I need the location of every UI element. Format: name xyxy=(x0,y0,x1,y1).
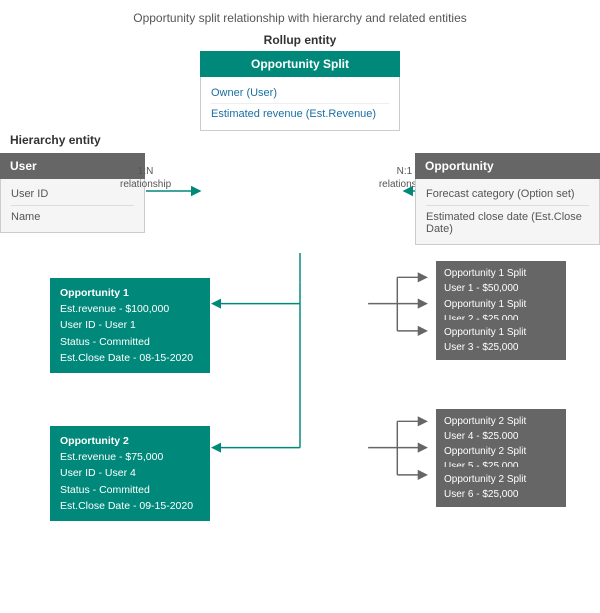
opp1-line4: Status - Committed xyxy=(60,334,200,350)
split-box-6: Opportunity 2 Split User 6 - $25,000 xyxy=(436,467,566,507)
opp2-line3: User ID - User 4 xyxy=(60,465,200,481)
bottom-section: Opportunity 1 Est.revenue - $100,000 Use… xyxy=(0,253,600,613)
split4-line1: Opportunity 2 Split xyxy=(444,414,558,429)
opp1-line2: Est.revenue - $100,000 xyxy=(60,301,200,317)
opp2-line5: Est.Close Date - 09-15-2020 xyxy=(60,498,200,514)
related-box-title: Opportunity xyxy=(415,153,600,179)
opportunity-1-box: Opportunity 1 Est.revenue - $100,000 Use… xyxy=(50,278,210,373)
related-box: Opportunity Forecast category (Option se… xyxy=(415,153,600,245)
split6-line1: Opportunity 2 Split xyxy=(444,472,558,487)
top-section: Rollup entity Opportunity Split Owner (U… xyxy=(0,33,600,253)
split6-line2: User 6 - $25,000 xyxy=(444,487,558,502)
rollup-box-body: Owner (User) Estimated revenue (Est.Reve… xyxy=(200,77,400,131)
hierarchy-field-1: User ID xyxy=(11,183,134,206)
opp1-line1: Opportunity 1 xyxy=(60,285,200,301)
rollup-field-1: Owner (User) xyxy=(211,83,389,104)
opp2-line1: Opportunity 2 xyxy=(60,433,200,449)
related-field-2: Estimated close date (Est.Close Date) xyxy=(426,206,589,240)
split-box-3: Opportunity 1 Split User 3 - $25,000 xyxy=(436,320,566,360)
opp1-line5: Est.Close Date - 08-15-2020 xyxy=(60,350,200,366)
split1-line1: Opportunity 1 Split xyxy=(444,266,558,281)
related-box-body: Forecast category (Option set) Estimated… xyxy=(415,179,600,245)
related-field-1: Forecast category (Option set) xyxy=(426,183,589,206)
rollup-section-label: Rollup entity xyxy=(264,33,337,47)
split3-line1: Opportunity 1 Split xyxy=(444,325,558,340)
rollup-box: Opportunity Split Owner (User) Estimated… xyxy=(200,51,400,131)
split5-line1: Opportunity 2 Split xyxy=(444,444,558,459)
opp2-line2: Est.revenue - $75,000 xyxy=(60,449,200,465)
split3-line2: User 3 - $25,000 xyxy=(444,340,558,355)
hierarchy-field-2: Name xyxy=(11,206,134,228)
opp1-line3: User ID - User 1 xyxy=(60,317,200,333)
rollup-box-title: Opportunity Split xyxy=(200,51,400,77)
hierarchy-section-label: Hierarchy entity xyxy=(10,133,101,147)
split2-line1: Opportunity 1 Split xyxy=(444,297,558,312)
opp2-line4: Status - Committed xyxy=(60,482,200,498)
rollup-field-2: Estimated revenue (Est.Revenue) xyxy=(211,104,389,124)
opportunity-2-box: Opportunity 2 Est.revenue - $75,000 User… xyxy=(50,426,210,521)
page-title: Opportunity split relationship with hier… xyxy=(0,0,600,33)
rel-label-left: 1:N relationship xyxy=(120,165,171,191)
